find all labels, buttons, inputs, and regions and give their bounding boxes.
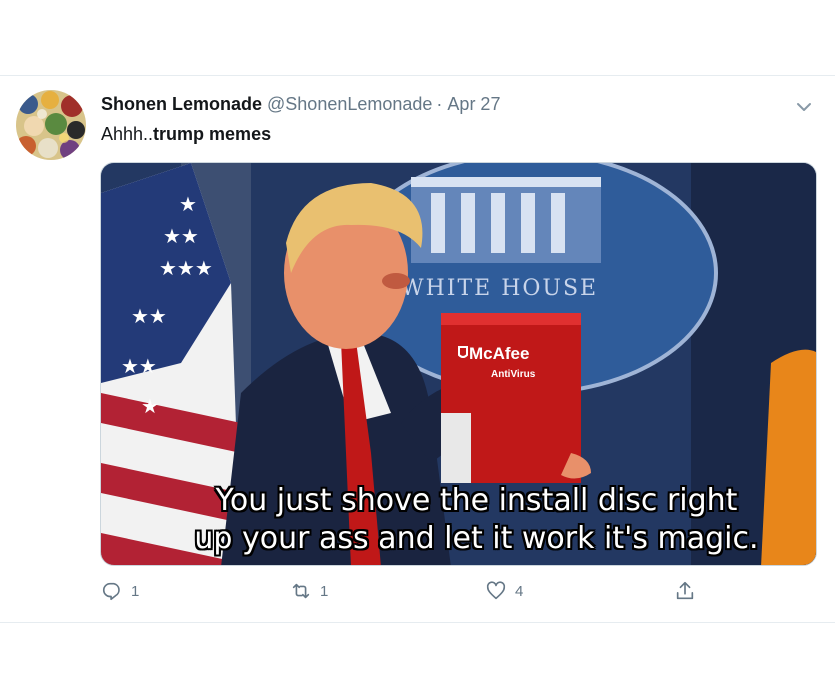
svg-text:★★★: ★★★ [159, 256, 213, 280]
retweet-count: 1 [320, 582, 329, 600]
tweet-text-prefix: Ahhh.. [101, 124, 154, 144]
display-name[interactable]: Shonen Lemonade [101, 94, 262, 115]
share-icon [676, 581, 694, 600]
tweet-text: Ahhh..trump memes [101, 124, 271, 145]
retweet-button[interactable]: 1 [290, 580, 328, 602]
svg-text:★: ★ [141, 394, 159, 418]
user-handle[interactable]: @ShonenLemonade [267, 94, 432, 115]
svg-text:★★: ★★ [131, 304, 167, 328]
reply-button[interactable]: 1 [101, 580, 139, 602]
tweet[interactable]: Shonen Lemonade @ShonenLemonade · Apr 27… [0, 76, 835, 622]
svg-text:★★: ★★ [163, 224, 199, 248]
box-brand: McAfee [469, 344, 529, 363]
like-count: 4 [515, 582, 524, 600]
share-button[interactable] [674, 580, 704, 602]
svg-text:★: ★ [179, 192, 197, 216]
tweet-media[interactable]: WHITE HOUSE ★ ★★ ★★★ ★★ ★★ ★ McAfee Anti… [100, 162, 817, 566]
chevron-down-icon[interactable] [793, 96, 815, 118]
like-icon [486, 581, 506, 600]
svg-text:★★: ★★ [121, 354, 157, 378]
separator-dot: · [436, 94, 443, 114]
like-button[interactable]: 4 [485, 580, 523, 602]
reply-icon [102, 582, 120, 601]
reply-count: 1 [131, 582, 140, 600]
tweet-actions: 1 1 4 [0, 580, 835, 610]
retweet-icon [292, 583, 310, 599]
tweet-date[interactable]: Apr 27 [447, 94, 500, 115]
avatar[interactable] [16, 90, 86, 160]
sign-text: WHITE HOUSE [401, 276, 598, 301]
box-product: AntiVirus [491, 369, 536, 380]
caption-line-2: up your ass and let it work it's magic. [194, 521, 759, 556]
tweet-header: Shonen Lemonade @ShonenLemonade · Apr 27 [101, 94, 500, 115]
caption-line-1: You just shove the install disc right [215, 483, 738, 518]
tweet-text-bold: trump memes [153, 124, 272, 144]
divider-bottom [0, 622, 835, 623]
